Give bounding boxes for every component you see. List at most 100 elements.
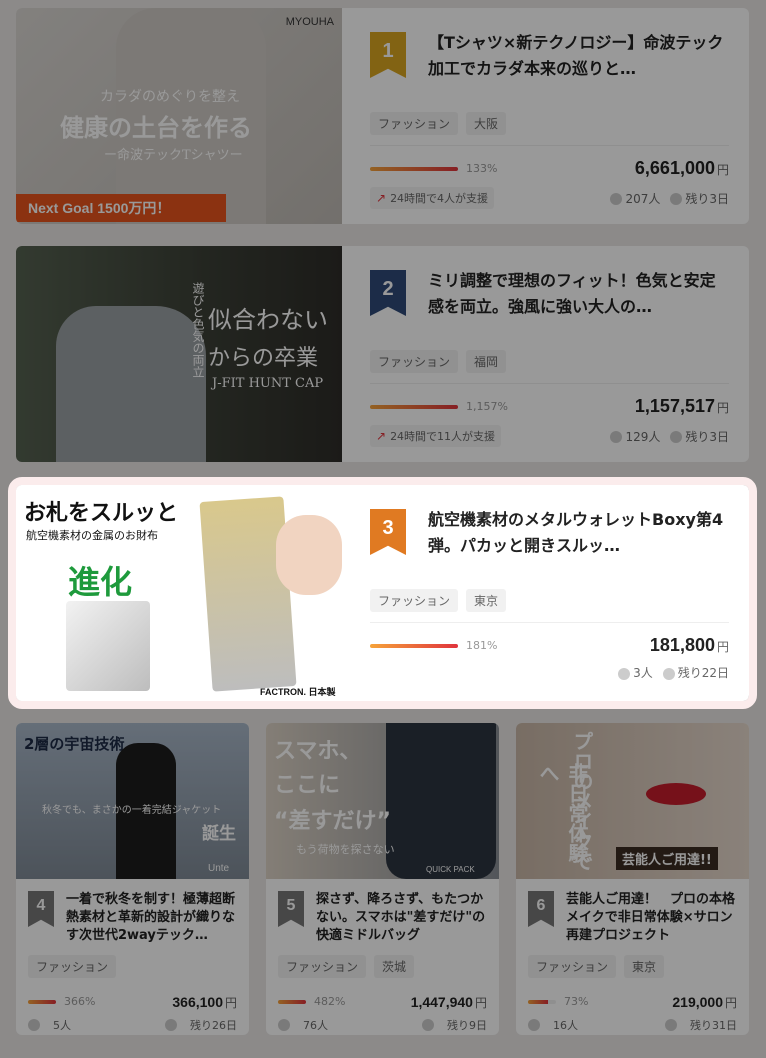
progress-percent: 482% [314,995,346,1008]
rank-badge: 2 [370,270,406,316]
project-title[interactable]: 航空機素材のメタルウォレットBoxy第4弾。パカッと開きスルッ… [428,507,729,559]
funded-amount: 1,157,517 [634,396,715,416]
tag-category[interactable]: ファッション [278,955,367,978]
trend-badge: ↗ 24時間で11人が支援 [370,425,502,447]
remaining-days: 残り3日 [670,190,729,207]
project-card-6[interactable]: プロのメイクで 非日常体験へ 芸能人ご用達!! 6 芸能人ご用達！ プロの本格メ… [516,723,749,1035]
image-line-3: ー命波テックTシャツー [104,148,243,163]
image-line-2: 秋冬でも、まさかの一着完結ジャケット [42,805,222,816]
image-banner: Next Goal 1500万円！ [16,194,226,222]
project-title[interactable]: ミリ調整で理想のフィット！色気と安定感を両立。強風に強い大人の… [428,268,729,320]
progress-fill [278,999,306,1004]
person-icon [610,193,623,205]
project-title[interactable]: 【Tシャツ×新テクノロジー】命波テック加工でカラダ本来の巡りと… [428,30,729,82]
project-image-2[interactable]: 遊びと色気の両立 似合わない からの卒業 J-FIT HUNT CAP [16,246,342,462]
funded-amount: 366,100 [172,994,223,1010]
tag-category[interactable]: ファッション [370,112,459,135]
image-brand: MYOUHA [285,16,334,28]
person-icon [528,1019,540,1031]
supporters: 3人 [618,664,653,681]
project-image-4[interactable]: 2層の宇宙技術 秋冬でも、まさかの一着完結ジャケット 誕生 Unte [16,723,249,879]
progress-fill [528,999,549,1004]
tag-location[interactable]: 東京 [624,955,665,978]
tag-location[interactable]: 茨城 [374,955,415,978]
image-line-1: お札をスルッと [24,501,179,526]
image-line-2: 航空機素材の金属のお財布 [26,529,158,542]
image-line-4: もう荷物を探さない [296,843,395,856]
divider [370,383,729,384]
progress-percent: 73% [564,995,589,1008]
divider [370,145,729,146]
project-image-5[interactable]: スマホ、 ここに “差すだけ” もう荷物を探さない QUICK PACK [266,723,499,879]
person-icon [278,1019,290,1031]
progress-bar [28,999,56,1004]
image-line-1: スマホ、 [274,739,362,764]
supporters: 76人 [278,1017,328,1033]
image-line-3: 芸能人ご用達!! [616,847,718,870]
image-line-2: 健康の土台を作る [60,113,252,142]
lips-figure [646,783,706,805]
currency-label: 円 [724,996,737,1010]
remaining-days: 残り9日 [422,1017,487,1033]
funded-amount: 181,800 [649,635,715,655]
rank-badge: 1 [370,32,406,78]
progress-bar [370,643,458,648]
supporters: 16人 [528,1017,578,1033]
progress-fill [28,999,56,1004]
project-title[interactable]: 一着で秋冬を制す！極薄超断熱素材と革新的設計が織りなす次世代2wayテック… [66,891,237,945]
progress-percent: 181% [466,639,498,652]
image-brand: Unte [208,863,230,874]
progress-bar [278,999,306,1004]
image-line-2: からの卒業 [208,346,319,371]
person-icon [610,431,623,443]
progress-fill [370,643,458,648]
project-card-2[interactable]: 遊びと色気の両立 似合わない からの卒業 J-FIT HUNT CAP 2 ミリ… [16,246,749,462]
trend-up-icon: ↗ [376,429,387,443]
clock-icon [665,1019,677,1031]
progress-bar [370,166,458,171]
rank-badge: 6 [528,891,554,927]
project-image-3[interactable]: お札をスルッと 航空機素材の金属のお財布 進化 FACTRON. 日本製 [16,485,342,701]
project-image-1[interactable]: MYOUHA カラダのめぐりを整え 健康の土台を作る ー命波テックTシャツー N… [16,8,342,224]
image-line-3: J-FIT HUNT CAP [212,376,324,391]
progress-percent: 133% [466,162,498,175]
remaining-days: 残り31日 [665,1017,737,1033]
supporters: 207人 [610,190,660,207]
tag-location[interactable]: 大阪 [466,112,507,135]
rank-badge: 5 [278,891,304,927]
project-card-4[interactable]: 2層の宇宙技術 秋冬でも、まさかの一着完結ジャケット 誕生 Unte 4 一着で… [16,723,249,1035]
bag-figure [386,723,496,879]
image-line-1: 似合わない [208,306,328,334]
tag-category[interactable]: ファッション [28,955,117,978]
currency-label: 円 [224,996,237,1010]
hand-shape [276,515,342,595]
supporters: 5人 [28,1017,71,1033]
image-line-1: 2層の宇宙技術 [24,735,125,753]
rank-badge: 4 [28,891,54,927]
funded-amount: 6,661,000 [634,158,715,178]
remaining-days: 残り26日 [165,1017,237,1033]
project-card-5[interactable]: スマホ、 ここに “差すだけ” もう荷物を探さない QUICK PACK 5 探… [266,723,499,1035]
remaining-days: 残り3日 [670,428,729,445]
project-title[interactable]: 芸能人ご用達！ プロの本格メイクで非日常体験×サロン再建プロジェクト [566,891,737,945]
tag-location[interactable]: 東京 [466,589,507,612]
tag-category[interactable]: ファッション [370,350,459,373]
project-title[interactable]: 探さず、降ろさず、もたつかない。スマホは"差すだけ"の快適ミドルバッグ [316,891,487,945]
project-image-6[interactable]: プロのメイクで 非日常体験へ 芸能人ご用達!! [516,723,749,879]
trend-text: 24時間で4人が支援 [390,192,489,205]
currency-label: 円 [716,640,729,654]
wallet-box [66,601,150,691]
image-line-2: 非日常体験へ [536,763,589,863]
image-line-2: ここに [274,773,341,798]
clock-icon [662,667,675,680]
currency-label: 円 [474,996,487,1010]
trend-text: 24時間で11人が支援 [390,430,496,443]
remaining-days: 残り22日 [662,664,729,681]
tag-category[interactable]: ファッション [370,589,459,612]
tag-category[interactable]: ファッション [528,955,617,978]
progress-percent: 1,157% [466,400,508,413]
project-card-3[interactable]: お札をスルッと 航空機素材の金属のお財布 進化 FACTRON. 日本製 3 航… [8,477,757,709]
tag-location[interactable]: 福岡 [466,350,507,373]
trend-up-icon: ↗ [376,191,387,205]
project-card-1[interactable]: MYOUHA カラダのめぐりを整え 健康の土台を作る ー命波テックTシャツー N… [16,8,749,224]
